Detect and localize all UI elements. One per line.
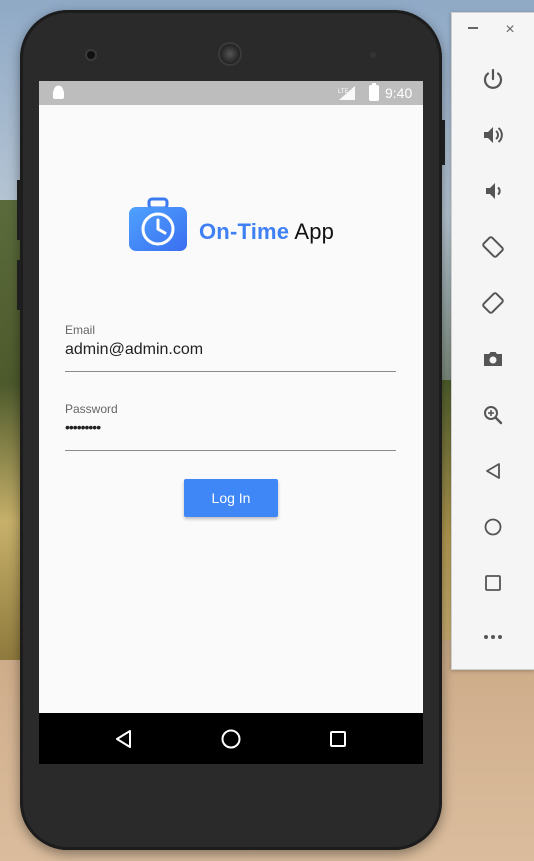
nav-back-button[interactable] — [110, 725, 138, 753]
status-bar: LTE 9:40 — [39, 81, 423, 105]
overview-square-icon — [330, 731, 346, 747]
phone-side-button — [17, 260, 21, 310]
overview-icon — [485, 575, 501, 591]
earpiece-speaker — [220, 44, 240, 64]
home-icon — [484, 518, 502, 536]
svg-text:LTE: LTE — [338, 89, 349, 95]
back-triangle-icon — [116, 730, 131, 748]
phone-side-button — [441, 120, 445, 165]
front-camera — [87, 51, 95, 59]
home-button[interactable] — [477, 511, 509, 543]
rotate-left-button[interactable] — [477, 231, 509, 263]
rotate-right-button[interactable] — [477, 287, 509, 319]
rotate-left-icon — [482, 236, 504, 258]
password-field[interactable]: ••••••••• — [65, 419, 101, 435]
nav-home-button[interactable] — [217, 725, 245, 753]
close-button[interactable]: × — [502, 21, 518, 39]
overview-button[interactable] — [477, 567, 509, 599]
android-notification-icon — [53, 85, 64, 99]
battery-icon — [369, 83, 379, 101]
zoom-button[interactable] — [477, 399, 509, 431]
app-title-primary: On-Time — [199, 219, 290, 244]
briefcase-clock-logo — [129, 197, 187, 251]
password-underline — [65, 450, 396, 451]
email-field[interactable]: admin@admin.com — [65, 341, 203, 359]
back-icon — [486, 463, 500, 479]
toolbar-header: × — [452, 13, 534, 53]
home-circle-icon — [221, 729, 241, 749]
emulator-toolbar: × — [451, 12, 534, 670]
screenshot-button[interactable] — [477, 343, 509, 375]
nav-overview-button[interactable] — [324, 725, 352, 753]
phone-side-button — [17, 180, 21, 240]
volume-down-button[interactable] — [477, 175, 509, 207]
more-button[interactable] — [477, 621, 509, 653]
zoom-icon — [484, 406, 503, 425]
volume-up-button[interactable] — [477, 119, 509, 151]
email-underline — [65, 371, 396, 372]
camera-icon — [484, 352, 502, 366]
rotate-right-icon — [482, 292, 504, 314]
login-button[interactable]: Log In — [184, 479, 278, 517]
minimize-button[interactable] — [468, 27, 478, 29]
app-title: On-Time App — [199, 219, 334, 245]
power-button[interactable] — [477, 63, 509, 95]
volume-up-icon — [484, 127, 503, 143]
app-title-secondary: App — [289, 219, 335, 244]
password-label: Password — [65, 402, 118, 416]
volume-down-icon — [486, 183, 501, 199]
android-navigation-bar — [39, 713, 423, 764]
back-button[interactable] — [477, 455, 509, 487]
phone-screen: LTE 9:40 On-Time App Email admin@admin.c… — [39, 81, 423, 764]
email-label: Email — [65, 323, 96, 337]
more-icon — [484, 635, 502, 639]
sensor — [370, 52, 376, 58]
signal-icon: LTE — [338, 86, 355, 100]
power-icon — [483, 68, 503, 89]
status-time: 9:40 — [385, 85, 413, 101]
